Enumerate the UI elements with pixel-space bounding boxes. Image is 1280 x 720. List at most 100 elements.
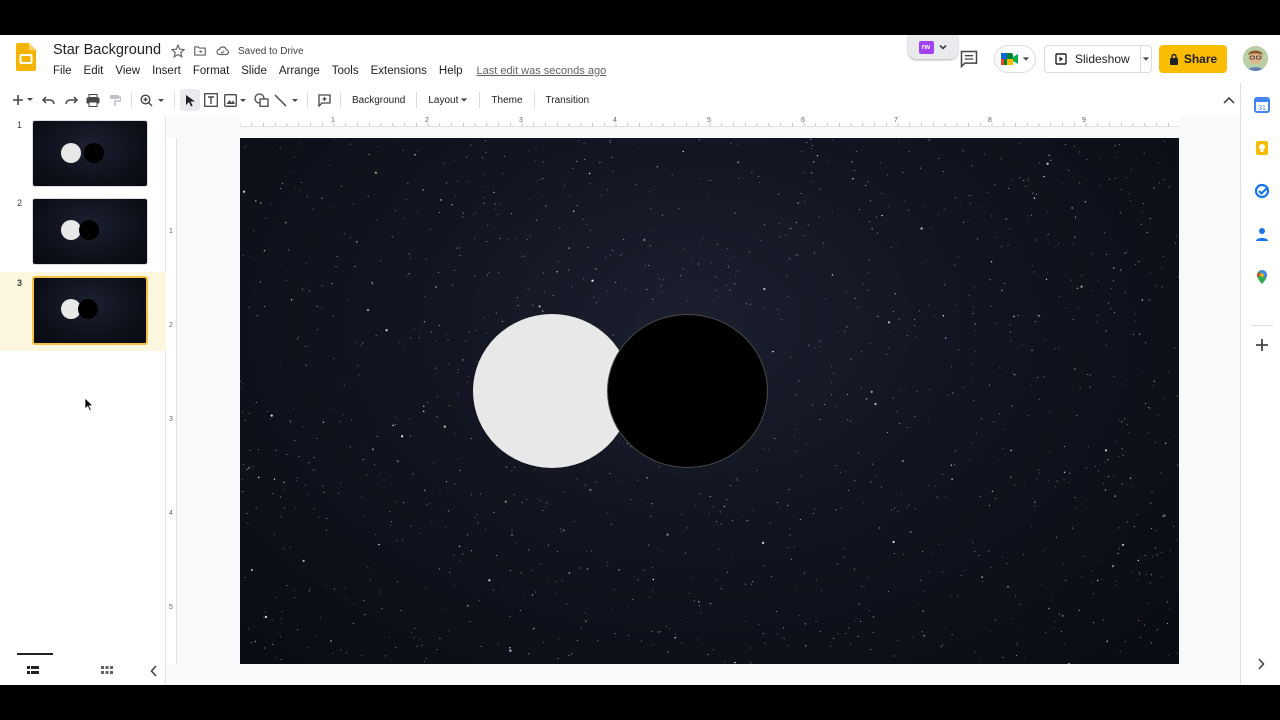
menu-insert[interactable]: Insert bbox=[146, 64, 187, 78]
title-icons: Saved to Drive bbox=[170, 43, 304, 59]
horizontal-ruler[interactable]: 1 2 3 4 5 6 7 8 9 bbox=[240, 117, 1179, 127]
slide-number: 1 bbox=[17, 120, 23, 130]
menu-format[interactable]: Format bbox=[187, 64, 235, 78]
undo-button[interactable] bbox=[38, 89, 60, 111]
slide-thumbnail-row-selected[interactable]: 3 bbox=[0, 272, 166, 351]
meet-button[interactable] bbox=[994, 45, 1036, 73]
black-circle-shape[interactable] bbox=[607, 314, 768, 468]
menu-help[interactable]: Help bbox=[433, 64, 469, 78]
view-tab-indicator bbox=[17, 653, 53, 655]
menubar: File Edit View Insert Format Slide Arran… bbox=[47, 64, 606, 78]
slide-thumbnail[interactable] bbox=[32, 198, 148, 265]
select-tool-button[interactable] bbox=[180, 89, 200, 111]
cloud-saved-icon[interactable] bbox=[214, 43, 230, 59]
print-icon bbox=[86, 93, 100, 107]
layout-button[interactable]: Layout bbox=[422, 89, 474, 111]
ruler-label: 8 bbox=[988, 117, 992, 124]
menu-extensions[interactable]: Extensions bbox=[365, 64, 433, 78]
ruler-label: 5 bbox=[707, 117, 711, 124]
slides-logo-icon[interactable] bbox=[16, 43, 36, 71]
transition-button[interactable]: Transition bbox=[540, 89, 596, 111]
text-box-icon bbox=[204, 93, 218, 107]
ruler-label: 4 bbox=[613, 117, 617, 124]
shape-icon bbox=[253, 93, 269, 107]
filmstrip-view-icon[interactable] bbox=[27, 666, 39, 676]
thumbnail-white-circle bbox=[61, 143, 81, 163]
slide-thumbnail-row[interactable]: 1 bbox=[0, 118, 166, 194]
slide-thumbnail-row[interactable]: 2 bbox=[0, 196, 166, 272]
menu-tools[interactable]: Tools bbox=[326, 64, 365, 78]
paint-format-icon bbox=[110, 94, 121, 106]
ruler-label: 3 bbox=[519, 117, 523, 124]
move-folder-icon[interactable] bbox=[192, 43, 208, 59]
menu-file[interactable]: File bbox=[47, 64, 78, 78]
menu-edit[interactable]: Edit bbox=[78, 64, 110, 78]
ruler-label: 3 bbox=[169, 416, 173, 423]
last-edit-link[interactable]: Last edit was seconds ago bbox=[477, 65, 607, 77]
insert-image-button[interactable] bbox=[222, 89, 250, 111]
add-icon[interactable] bbox=[1254, 337, 1270, 353]
ruler-label: 9 bbox=[1082, 117, 1086, 124]
menu-slide[interactable]: Slide bbox=[235, 64, 273, 78]
paint-format-button[interactable] bbox=[104, 89, 126, 111]
new-slide-button[interactable] bbox=[8, 89, 38, 111]
share-button[interactable]: Share bbox=[1159, 45, 1227, 73]
toolbar: Background Layout Theme Transition bbox=[8, 87, 1240, 113]
toolbar-divider bbox=[479, 92, 481, 108]
slideshow-options-button[interactable] bbox=[1141, 55, 1151, 63]
background-button[interactable]: Background bbox=[346, 89, 411, 111]
maps-icon[interactable] bbox=[1254, 269, 1270, 285]
toolbar-divider bbox=[174, 92, 175, 108]
vertical-ruler[interactable]: 1 2 3 4 5 bbox=[167, 138, 177, 664]
image-icon bbox=[224, 93, 246, 107]
zoom-button[interactable] bbox=[137, 89, 169, 111]
slideshow-label: Slideshow bbox=[1075, 52, 1130, 66]
contacts-icon[interactable] bbox=[1254, 226, 1270, 242]
chevron-down-icon bbox=[1142, 57, 1150, 61]
add-comment-button[interactable] bbox=[313, 89, 335, 111]
line-button[interactable] bbox=[272, 89, 302, 111]
mouse-cursor-icon bbox=[84, 397, 94, 412]
side-panel: 31 bbox=[1240, 83, 1280, 685]
cursor-arrow-icon bbox=[185, 94, 195, 106]
slideshow-button[interactable]: Slideshow bbox=[1044, 45, 1152, 73]
ruler-label: 1 bbox=[169, 228, 173, 235]
menu-view[interactable]: View bbox=[109, 64, 146, 78]
document-title[interactable]: Star Background bbox=[53, 42, 161, 58]
star-icon[interactable] bbox=[170, 43, 186, 59]
redo-button[interactable] bbox=[60, 89, 82, 111]
toolbar-divider bbox=[533, 92, 535, 108]
toolbar-divider bbox=[416, 92, 418, 108]
keep-icon[interactable] bbox=[1254, 140, 1270, 156]
theme-button[interactable]: Theme bbox=[485, 89, 528, 111]
chevron-right-icon[interactable] bbox=[1256, 658, 1266, 670]
thumbnail-white-circle bbox=[61, 220, 81, 240]
slideshow-main-button[interactable]: Slideshow bbox=[1045, 46, 1141, 72]
lock-icon bbox=[1169, 53, 1178, 65]
slide-canvas[interactable] bbox=[240, 138, 1179, 664]
undo-icon bbox=[42, 96, 55, 105]
shape-button[interactable] bbox=[250, 89, 272, 111]
toolbar-divider bbox=[307, 92, 308, 108]
menu-arrange[interactable]: Arrange bbox=[273, 64, 326, 78]
comment-history-icon[interactable] bbox=[959, 49, 979, 69]
ruler-label: 7 bbox=[894, 117, 898, 124]
ruler-label: 4 bbox=[169, 510, 173, 517]
slideshow-icon bbox=[1055, 53, 1067, 65]
slide-thumbnail-selected[interactable] bbox=[32, 276, 148, 345]
chevron-down-icon bbox=[461, 98, 468, 102]
chevron-left-icon[interactable] bbox=[150, 665, 158, 677]
tasks-icon[interactable] bbox=[1254, 183, 1270, 199]
slide-thumbnail[interactable] bbox=[32, 120, 148, 187]
print-button[interactable] bbox=[82, 89, 104, 111]
ruler-label: 2 bbox=[425, 117, 429, 124]
grid-view-icon[interactable] bbox=[101, 666, 113, 676]
collapse-toolbar-button[interactable] bbox=[1218, 89, 1240, 111]
calendar-icon[interactable]: 31 bbox=[1254, 97, 1270, 113]
chevron-up-icon bbox=[1223, 96, 1235, 104]
slide-number: 2 bbox=[17, 198, 23, 208]
chevron-down-icon bbox=[938, 44, 947, 50]
avatar[interactable] bbox=[1243, 46, 1268, 71]
addon-button[interactable]: rw bbox=[908, 35, 958, 59]
text-box-button[interactable] bbox=[200, 89, 222, 111]
